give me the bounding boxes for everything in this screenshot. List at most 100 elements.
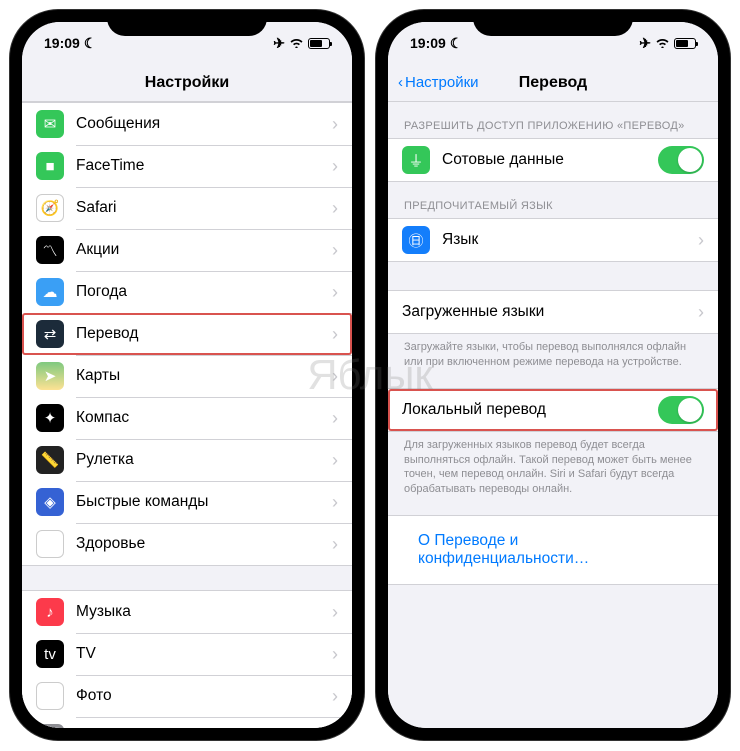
settings-row-stocks[interactable]: 〽 Акции ›: [22, 229, 352, 271]
chevron-right-icon: ›: [332, 282, 338, 303]
chevron-right-icon: ›: [332, 114, 338, 135]
notch: [473, 10, 633, 36]
downloaded-languages-label: Загруженные языки: [402, 303, 692, 321]
screen-right: 19:09 ☾ ✈ ‹ Настройки Перевод РАЗРЕШИТЬ …: [388, 22, 718, 728]
wifi-icon: [289, 35, 304, 51]
compass-label: Компас: [76, 409, 326, 427]
dnd-icon: ☾: [84, 35, 97, 52]
settings-row-health[interactable]: ♥ Здоровье ›: [22, 523, 352, 565]
battery-icon: [674, 38, 696, 49]
health-icon: ♥: [36, 530, 64, 558]
settings-row-photos[interactable]: ✿Фото›: [22, 675, 352, 717]
health-label: Здоровье: [76, 535, 326, 553]
downloaded-footer: Загружайте языки, чтобы перевод выполнял…: [388, 334, 718, 374]
chevron-right-icon: ›: [332, 602, 338, 623]
maps-label: Карты: [76, 367, 326, 385]
photos-icon: ✿: [36, 682, 64, 710]
photos-label: Фото: [76, 687, 326, 705]
chevron-right-icon: ›: [332, 198, 338, 219]
safari-label: Safari: [76, 199, 326, 217]
cellular-label: Сотовые данные: [442, 151, 658, 169]
privacy-link-label: О Переводе и конфиденциальности…: [402, 520, 704, 580]
settings-row-measure[interactable]: 📏 Рулетка ›: [22, 439, 352, 481]
section-language-header: ПРЕДПОЧИТАЕМЫЙ ЯЗЫК: [388, 182, 718, 218]
maps-icon: ➤: [36, 362, 64, 390]
chevron-right-icon: ›: [332, 240, 338, 261]
stocks-icon: 〽: [36, 236, 64, 264]
music-label: Музыка: [76, 603, 326, 621]
status-time: 19:09: [44, 35, 80, 51]
section-app-access-header: РАЗРЕШИТЬ ДОСТУП ПРИЛОЖЕНИЮ «ПЕРЕВОД»: [388, 102, 718, 138]
settings-row-weather[interactable]: ☁ Погода ›: [22, 271, 352, 313]
chevron-right-icon: ›: [332, 728, 338, 729]
language-icon: ㊐: [402, 226, 430, 254]
back-button[interactable]: ‹ Настройки: [398, 74, 479, 91]
settings-row-compass[interactable]: ✦ Компас ›: [22, 397, 352, 439]
settings-row-facetime[interactable]: ■ FaceTime ›: [22, 145, 352, 187]
cellular-toggle[interactable]: [658, 146, 704, 174]
navbar-right: ‹ Настройки Перевод: [388, 64, 718, 102]
shortcuts-label: Быстрые команды: [76, 493, 326, 511]
page-title: Настройки: [145, 74, 229, 92]
shortcuts-icon: ◈: [36, 488, 64, 516]
translate-label: Перевод: [76, 325, 326, 343]
language-label: Язык: [442, 231, 692, 249]
cellular-data-row[interactable]: ⏚ Сотовые данные: [388, 139, 718, 181]
page-title: Перевод: [519, 74, 587, 92]
tv-label: TV: [76, 645, 326, 663]
chevron-right-icon: ›: [332, 366, 338, 387]
screen-left: 19:09 ☾ ✈ Настройки ✉Сообщения› ■ FaceTime…: [22, 22, 352, 728]
settings-list[interactable]: ✉Сообщения› ■ FaceTime › 🧭 Safari › 〽 Акции › ☁ Пог…: [22, 102, 352, 728]
weather-icon: ☁: [36, 278, 64, 306]
phone-right: 19:09 ☾ ✈ ‹ Настройки Перевод РАЗРЕШИТЬ …: [376, 10, 730, 740]
local-translation-toggle[interactable]: [658, 396, 704, 424]
downloaded-languages-row[interactable]: Загруженные языки ›: [388, 291, 718, 333]
chevron-right-icon: ›: [698, 302, 704, 323]
status-time: 19:09: [410, 35, 446, 51]
settings-row-music[interactable]: ♪ Музыка ›: [22, 591, 352, 633]
stocks-label: Акции: [76, 241, 326, 259]
settings-row-maps[interactable]: ➤ Карты ›: [22, 355, 352, 397]
airplane-icon: ✈: [639, 35, 651, 52]
settings-row-safari[interactable]: 🧭 Safari ›: [22, 187, 352, 229]
facetime-icon: ■: [36, 152, 64, 180]
translate-icon: ⇄: [36, 320, 64, 348]
compass-icon: ✦: [36, 404, 64, 432]
chevron-right-icon: ›: [332, 534, 338, 555]
airplane-icon: ✈: [273, 35, 285, 52]
chevron-left-icon: ‹: [398, 74, 403, 91]
settings-row-tv[interactable]: tv TV ›: [22, 633, 352, 675]
facetime-label: FaceTime: [76, 157, 326, 175]
chevron-right-icon: ›: [698, 230, 704, 251]
chevron-right-icon: ›: [332, 156, 338, 177]
chevron-right-icon: ›: [332, 644, 338, 665]
messages-icon: ✉: [36, 110, 64, 138]
translate-settings[interactable]: РАЗРЕШИТЬ ДОСТУП ПРИЛОЖЕНИЮ «ПЕРЕВОД» ⏚ …: [388, 102, 718, 728]
chevron-right-icon: ›: [332, 450, 338, 471]
local-footer: Для загруженных языков перевод будет все…: [388, 432, 718, 501]
navbar-left: Настройки: [22, 64, 352, 102]
cellular-icon: ⏚: [402, 146, 430, 174]
dnd-icon: ☾: [450, 35, 463, 52]
chevron-right-icon: ›: [332, 492, 338, 513]
chevron-right-icon: ›: [332, 324, 338, 345]
settings-row-translate[interactable]: ⇄ Перевод ›: [22, 313, 352, 355]
weather-label: Погода: [76, 283, 326, 301]
measure-label: Рулетка: [76, 451, 326, 469]
camera-icon: ◉: [36, 724, 64, 728]
local-translation-label: Локальный перевод: [402, 401, 658, 419]
settings-row-camera[interactable]: ◉Камера›: [22, 717, 352, 728]
tv-icon: tv: [36, 640, 64, 668]
settings-row-messages[interactable]: ✉Сообщения›: [22, 103, 352, 145]
measure-icon: 📏: [36, 446, 64, 474]
chevron-right-icon: ›: [332, 408, 338, 429]
privacy-link-row[interactable]: О Переводе и конфиденциальности…: [388, 516, 718, 584]
back-label: Настройки: [405, 74, 479, 91]
safari-icon: 🧭: [36, 194, 64, 222]
local-translation-row[interactable]: Локальный перевод: [388, 389, 718, 431]
wifi-icon: [655, 35, 670, 51]
music-icon: ♪: [36, 598, 64, 626]
language-row[interactable]: ㊐ Язык ›: [388, 219, 718, 261]
settings-row-shortcuts[interactable]: ◈ Быстрые команды ›: [22, 481, 352, 523]
battery-icon: [308, 38, 330, 49]
